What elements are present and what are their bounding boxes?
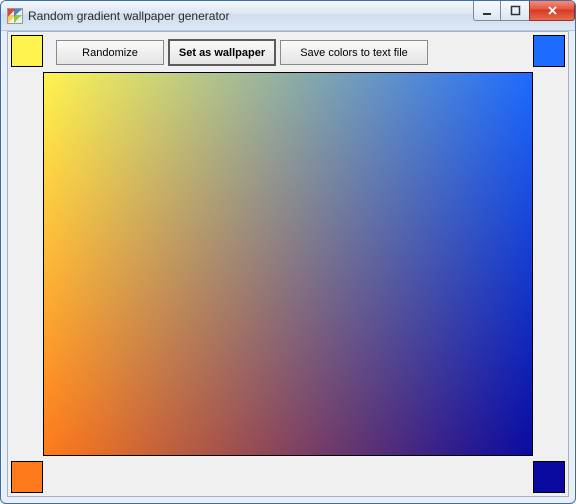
- gradient-layer: [44, 73, 532, 455]
- bottom-right-color-swatch[interactable]: [533, 461, 565, 493]
- gradient-preview: [43, 72, 533, 456]
- save-colors-button[interactable]: Save colors to text file: [280, 40, 428, 65]
- randomize-button[interactable]: Randomize: [56, 40, 164, 65]
- toolbar: Randomize Set as wallpaper Save colors t…: [8, 32, 568, 72]
- top-right-color-swatch[interactable]: [533, 35, 565, 67]
- bottom-left-color-swatch[interactable]: [11, 461, 43, 493]
- titlebar[interactable]: Random gradient wallpaper generator: [1, 1, 575, 31]
- app-window: Random gradient wallpaper generator Rand…: [0, 0, 576, 504]
- minimize-button[interactable]: [473, 1, 501, 21]
- window-controls: [474, 1, 575, 21]
- maximize-button[interactable]: [500, 1, 530, 21]
- app-icon: [7, 8, 23, 24]
- client-area: Randomize Set as wallpaper Save colors t…: [7, 31, 569, 497]
- top-left-color-swatch[interactable]: [11, 35, 43, 67]
- set-wallpaper-button[interactable]: Set as wallpaper: [168, 39, 276, 66]
- close-button[interactable]: [529, 1, 575, 21]
- window-title: Random gradient wallpaper generator: [28, 9, 229, 23]
